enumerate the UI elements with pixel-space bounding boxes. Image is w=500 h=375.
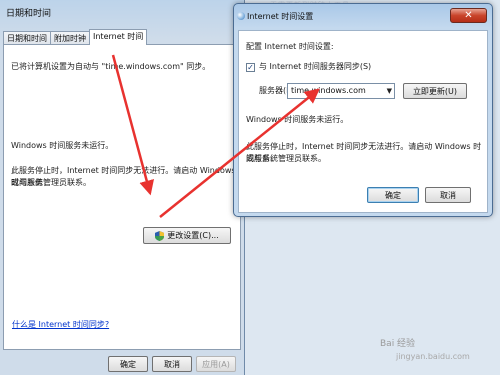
date-time-window: 日期和时间 日期和时间 附加时钟 Internet 时间 已将计算机设置为自动与… xyxy=(0,0,245,375)
change-settings-button[interactable]: 更改设置(C)... xyxy=(143,227,231,244)
watermark-url: jingyan.baidu.com xyxy=(396,352,470,361)
change-settings-label: 更改设置(C)... xyxy=(167,231,219,240)
ok-button[interactable]: 确定 xyxy=(108,356,148,372)
checkmark-icon: ✓ xyxy=(247,63,254,72)
watermark-text: Bai 经验 xyxy=(380,339,416,349)
server-combobox[interactable]: time.windows.com ▼ xyxy=(287,83,395,99)
window-title: 日期和时间 xyxy=(6,9,52,19)
dialog-ok-button[interactable]: 确定 xyxy=(367,187,419,203)
chevron-down-icon[interactable]: ▼ xyxy=(387,84,392,98)
sync-checkbox-label: 与 Internet 时间服务器同步(S) xyxy=(259,62,372,71)
tab-strip: 日期和时间 附加时钟 Internet 时间 xyxy=(3,29,148,45)
tab-additional-clocks[interactable]: 附加时钟 xyxy=(50,31,90,45)
tab-date-time[interactable]: 日期和时间 xyxy=(3,31,51,45)
cancel-button[interactable]: 取消 xyxy=(152,356,192,372)
config-heading: 配置 Internet 时间设置: xyxy=(246,42,334,51)
dialog-title: Internet 时间设置 xyxy=(247,12,314,21)
uac-shield-icon xyxy=(155,230,165,241)
apply-button[interactable]: 应用(A) xyxy=(196,356,236,372)
service-status-text: Windows 时间服务未运行。 xyxy=(11,141,114,150)
dialog-service-message-line2: 或与系统管理员联系。 xyxy=(246,154,326,163)
update-now-button[interactable]: 立即更新(U) xyxy=(403,83,467,99)
sync-checkbox[interactable]: ✓ xyxy=(246,63,255,72)
internet-time-panel: 已将计算机设置为自动与 "time.windows.com" 同步。 Windo… xyxy=(3,44,241,350)
sync-status-text: 已将计算机设置为自动与 "time.windows.com" 同步。 xyxy=(11,62,211,71)
dialog-service-status: Windows 时间服务未运行。 xyxy=(246,115,349,124)
dialog-body: 配置 Internet 时间设置: ✓ 与 Internet 时间服务器同步(S… xyxy=(238,30,488,213)
tab-internet-time[interactable]: Internet 时间 xyxy=(89,29,148,45)
help-link[interactable]: 什么是 Internet 时间同步? xyxy=(12,319,109,330)
dialog-cancel-button[interactable]: 取消 xyxy=(425,187,471,203)
server-value: time.windows.com xyxy=(291,86,366,95)
close-button[interactable]: ✕ xyxy=(450,8,487,23)
clock-icon xyxy=(237,12,245,20)
internet-time-settings-dialog: Internet 时间设置 ✕ 配置 Internet 时间设置: ✓ 与 In… xyxy=(233,3,493,217)
service-message-line2: 或与系统管理员联系。 xyxy=(11,178,91,187)
